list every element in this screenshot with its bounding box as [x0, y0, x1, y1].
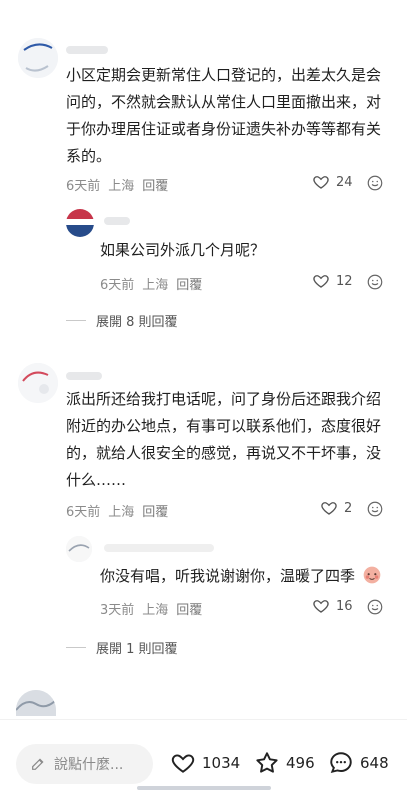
reply-button[interactable]: 回覆: [142, 501, 168, 520]
comment-location: 上海: [108, 179, 135, 194]
reply-button[interactable]: 回覆: [142, 175, 168, 194]
comment-text: 派出所还给我打电话呢，问了身份后还跟我介绍附近的办公地点，有事可以联系他们，态度…: [66, 390, 382, 489]
reply-time: 6天前: [100, 278, 135, 293]
next-comment-avatar[interactable]: [16, 690, 56, 716]
expand-replies-button[interactable]: 展開 1 則回覆: [66, 638, 178, 657]
reply-like-count: 16: [336, 598, 353, 614]
reply-meta: 3天前 上海 回覆: [100, 599, 202, 618]
expand-replies-button[interactable]: 展開 8 則回覆: [66, 311, 178, 330]
reply-username-blurred[interactable]: [104, 217, 130, 225]
comment-time: 6天前: [66, 179, 101, 194]
reply-username-blurred[interactable]: [104, 544, 214, 552]
heart-icon: [313, 176, 329, 189]
reply-location: 上海: [142, 603, 169, 618]
comment-location: 上海: [108, 505, 135, 520]
divider-line: [66, 320, 86, 321]
comment-meta: 6天前 上海 回覆: [66, 501, 168, 520]
reply-location: 上海: [142, 278, 169, 293]
bottom-action-bar: 說點什麼... 1034 496 648: [0, 719, 407, 800]
divider-line: [66, 647, 86, 648]
comment-time: 6天前: [66, 505, 101, 520]
heart-icon: [171, 754, 195, 773]
emoji-reaction-icon[interactable]: [366, 273, 384, 291]
heart-icon: [313, 600, 329, 613]
reply-text: 你没有唱，听我说谢谢你，温暖了四季: [100, 563, 390, 590]
favorite-button[interactable]: 496: [254, 750, 315, 776]
emoji-reaction-icon[interactable]: [366, 500, 384, 518]
expand-replies-label: 展開 1 則回覆: [96, 642, 178, 657]
comment-meta: 6天前 上海 回覆: [66, 175, 168, 194]
blushing-face-emoji-icon: [363, 566, 381, 584]
avatar[interactable]: [18, 363, 58, 403]
like-count: 2: [344, 500, 353, 516]
heart-icon: [321, 502, 337, 515]
like-post-button[interactable]: 1034: [170, 750, 240, 776]
comment-text: 小区定期会更新常住人口登记的，出差太久是会问的，不然就会默认从常住人口里面撤出来…: [66, 66, 382, 165]
chat-bubble-icon: [330, 752, 352, 774]
comment-input-placeholder: 說點什麼...: [54, 757, 124, 773]
emoji-reaction-icon[interactable]: [366, 598, 384, 616]
reply-text-content: 你没有唱，听我说谢谢你，温暖了四季: [100, 567, 356, 585]
comment-input[interactable]: 說點什麼...: [16, 744, 153, 784]
reply-time: 3天前: [100, 603, 135, 618]
reply-like-count: 12: [336, 273, 353, 289]
pencil-icon: [32, 758, 44, 770]
reply-reply-button[interactable]: 回覆: [176, 274, 202, 293]
star-icon: [256, 752, 278, 773]
reply-avatar[interactable]: [66, 536, 92, 562]
username-blurred[interactable]: [66, 46, 108, 54]
like-count: 24: [336, 174, 353, 190]
heart-icon: [313, 275, 329, 288]
like-button[interactable]: 2: [320, 499, 352, 517]
like-button[interactable]: 24: [312, 173, 353, 191]
favorite-count: 496: [286, 754, 315, 772]
reply-reply-button[interactable]: 回覆: [176, 599, 202, 618]
reply-meta: 6天前 上海 回覆: [100, 274, 202, 293]
avatar[interactable]: [18, 38, 58, 78]
comment-count: 648: [360, 754, 389, 772]
reply-avatar[interactable]: [66, 209, 94, 237]
comments-button[interactable]: 648: [328, 750, 389, 776]
reply-text: 如果公司外派几个月呢？: [100, 241, 266, 259]
expand-replies-label: 展開 8 則回覆: [96, 315, 178, 330]
reply-like-button[interactable]: 12: [312, 272, 353, 290]
reply-like-button[interactable]: 16: [312, 597, 353, 615]
home-indicator: [137, 786, 271, 790]
username-blurred[interactable]: [66, 372, 102, 380]
emoji-reaction-icon[interactable]: [366, 174, 384, 192]
post-like-count: 1034: [202, 754, 241, 772]
